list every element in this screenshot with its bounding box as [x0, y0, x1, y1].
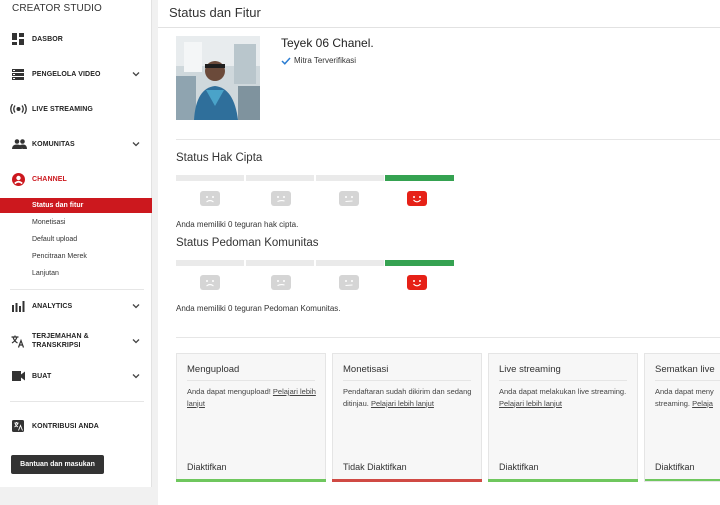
copyright-status-title: Status Hak Cipta	[176, 152, 263, 164]
sidebar-item-label: CHANNEL	[32, 175, 67, 183]
feature-card-status: Tidak Diaktifkan	[343, 462, 407, 472]
sad-face-icon	[200, 275, 220, 290]
sidebar-item-contributions[interactable]: KONTRIBUSI ANDA	[0, 413, 152, 439]
sidebar-item-analytics[interactable]: ANALYTICS	[0, 293, 152, 319]
status-indicator-bar	[332, 479, 482, 482]
sidebar-subitem-label: Lanjutan	[32, 270, 59, 277]
divider	[176, 337, 720, 338]
feature-card-title: Sematkan live	[655, 364, 715, 375]
verified-badge: Mitra Terverifikasi	[281, 56, 356, 65]
verified-label: Mitra Terverifikasi	[294, 56, 357, 65]
page-title: Status dan Fitur	[169, 5, 261, 20]
sidebar-subitem-label: Status dan fitur	[32, 202, 84, 209]
feature-card-title: Live streaming	[499, 364, 561, 375]
feature-card-upload: Mengupload Anda dapat mengupload! Pelaja…	[176, 353, 326, 482]
channel-avatar[interactable]	[176, 36, 260, 120]
feature-card-embed-live: Sematkan live Anda dapat meny streaming.…	[644, 353, 720, 482]
feature-card-title: Mengupload	[187, 364, 240, 375]
feature-card-status: Diaktifkan	[187, 462, 227, 472]
sidebar-item-dashboard[interactable]: DASBOR	[0, 26, 152, 52]
neutral-face-icon	[339, 275, 359, 290]
avatar-photo	[176, 36, 260, 120]
feature-card-desc: Pendaftaran sudah dikirim dan sedang dit…	[343, 387, 472, 408]
status-indicator-bar	[645, 479, 720, 481]
sidebar-item-label: KOMUNITAS	[32, 140, 75, 148]
sidebar-item-label: TERJEMAHAN & TRANSKRIPSI	[32, 333, 89, 349]
copyright-strike-meter	[176, 175, 454, 181]
sidebar-item-create[interactable]: BUAT	[0, 363, 152, 389]
dashboard-icon	[11, 32, 25, 46]
guidelines-strike-meter	[176, 260, 454, 266]
sidebar-divider	[10, 401, 144, 402]
video-manager-icon	[11, 67, 25, 81]
sidebar-item-label: KONTRIBUSI ANDA	[32, 422, 99, 430]
feature-card-desc: Anda dapat meny streaming. Pelaja	[655, 387, 714, 408]
sidebar-item-video-manager[interactable]: PENGELOLA VIDEO	[0, 61, 152, 87]
help-feedback-button[interactable]: Bantuan dan masukan	[11, 455, 104, 474]
guidelines-status-title: Status Pedoman Komunitas	[176, 237, 319, 249]
live-icon	[9, 102, 27, 116]
neutral-face-icon	[271, 191, 291, 206]
sidebar-subitem-status[interactable]: Status dan fitur	[0, 198, 152, 213]
sidebar-subitem-label: Default upload	[32, 236, 78, 243]
sidebar-subitem-label: Pencitraan Merek	[32, 253, 87, 260]
translate-icon	[11, 334, 25, 348]
neutral-face-icon	[339, 191, 359, 206]
sidebar-divider	[10, 289, 144, 290]
status-indicator-bar	[488, 479, 638, 482]
sidebar-subitem-label: Monetisasi	[32, 219, 66, 226]
sidebar: CREATOR STUDIO DASBOR PENGELOLA VIDEO LI…	[0, 0, 152, 487]
channel-icon	[11, 172, 25, 186]
contribution-icon	[11, 419, 25, 433]
chevron-down-icon[interactable]	[132, 372, 140, 380]
chevron-down-icon[interactable]	[132, 302, 140, 310]
feature-card-monetization: Monetisasi Pendaftaran sudah dikirim dan…	[332, 353, 482, 482]
copyright-status-text: Anda memiliki 0 teguran hak cipta.	[176, 220, 299, 229]
analytics-icon	[11, 299, 25, 313]
sidebar-item-channel[interactable]: CHANNEL	[0, 166, 152, 192]
chevron-down-icon[interactable]	[132, 140, 140, 148]
sidebar-subitem-branding[interactable]: Pencitraan Merek	[0, 249, 152, 264]
sidebar-item-translations[interactable]: TERJEMAHAN & TRANSKRIPSI	[0, 328, 152, 354]
sidebar-item-label: ANALYTICS	[32, 302, 73, 310]
divider	[176, 139, 720, 140]
sad-face-icon	[200, 191, 220, 206]
check-icon	[281, 56, 291, 65]
sidebar-item-live-streaming[interactable]: LIVE STREAMING	[0, 96, 152, 122]
neutral-face-icon	[271, 275, 291, 290]
chevron-down-icon[interactable]	[132, 337, 140, 345]
happy-face-icon	[407, 190, 427, 206]
feature-card-desc: Anda dapat melakukan live streaming. Pel…	[499, 387, 627, 408]
guidelines-status-text: Anda memiliki 0 teguran Pedoman Komunita…	[176, 304, 341, 313]
feature-card-title: Monetisasi	[343, 364, 389, 375]
divider	[158, 27, 720, 28]
sidebar-item-label: DASBOR	[32, 35, 63, 43]
sidebar-item-community[interactable]: KOMUNITAS	[0, 131, 152, 157]
community-icon	[11, 137, 27, 151]
feature-card-status: Diaktifkan	[655, 462, 695, 472]
sidebar-item-label: PENGELOLA VIDEO	[32, 70, 101, 78]
learn-more-link[interactable]: Pelaja	[692, 399, 713, 408]
sidebar-subitem-monetization[interactable]: Monetisasi	[0, 215, 152, 230]
channel-name: Teyek 06 Chanel.	[281, 36, 374, 50]
sidebar-title: CREATOR STUDIO	[12, 3, 102, 14]
sidebar-item-label: BUAT	[32, 372, 52, 380]
sidebar-item-label: LIVE STREAMING	[32, 105, 93, 113]
status-indicator-bar	[176, 479, 326, 482]
happy-face-icon	[407, 275, 427, 290]
learn-more-link[interactable]: Pelajari lebih lanjut	[499, 399, 562, 408]
chevron-down-icon[interactable]	[132, 70, 140, 78]
create-icon	[11, 369, 25, 383]
feature-card-status: Diaktifkan	[499, 462, 539, 472]
feature-card-desc: Anda dapat mengupload! Pelajari lebih la…	[187, 387, 316, 408]
learn-more-link[interactable]: Pelajari lebih lanjut	[371, 399, 434, 408]
sidebar-subitem-upload-defaults[interactable]: Default upload	[0, 232, 152, 247]
sidebar-subitem-advanced[interactable]: Lanjutan	[0, 266, 152, 281]
feature-card-live-streaming: Live streaming Anda dapat melakukan live…	[488, 353, 638, 482]
